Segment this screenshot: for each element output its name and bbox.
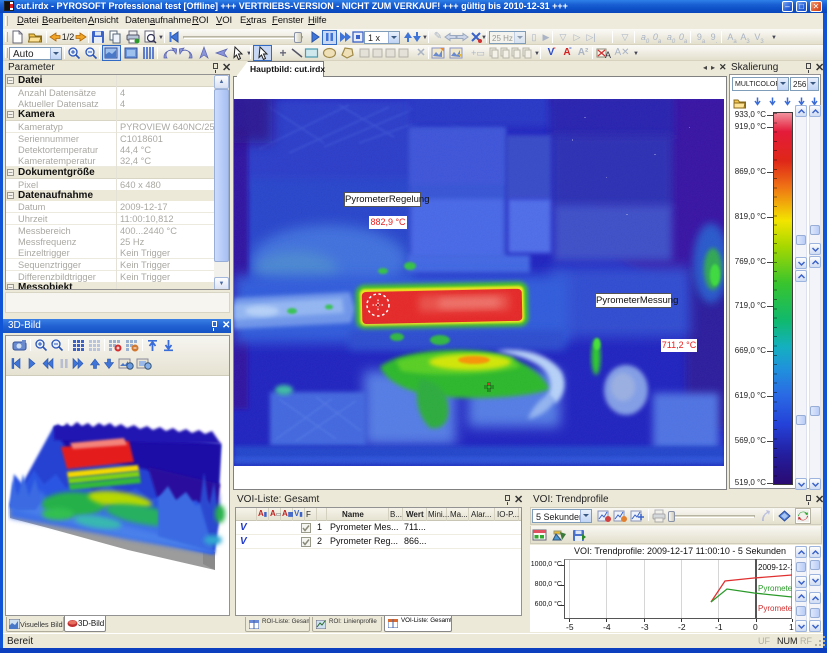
svg-text:A: A [605, 50, 611, 60]
